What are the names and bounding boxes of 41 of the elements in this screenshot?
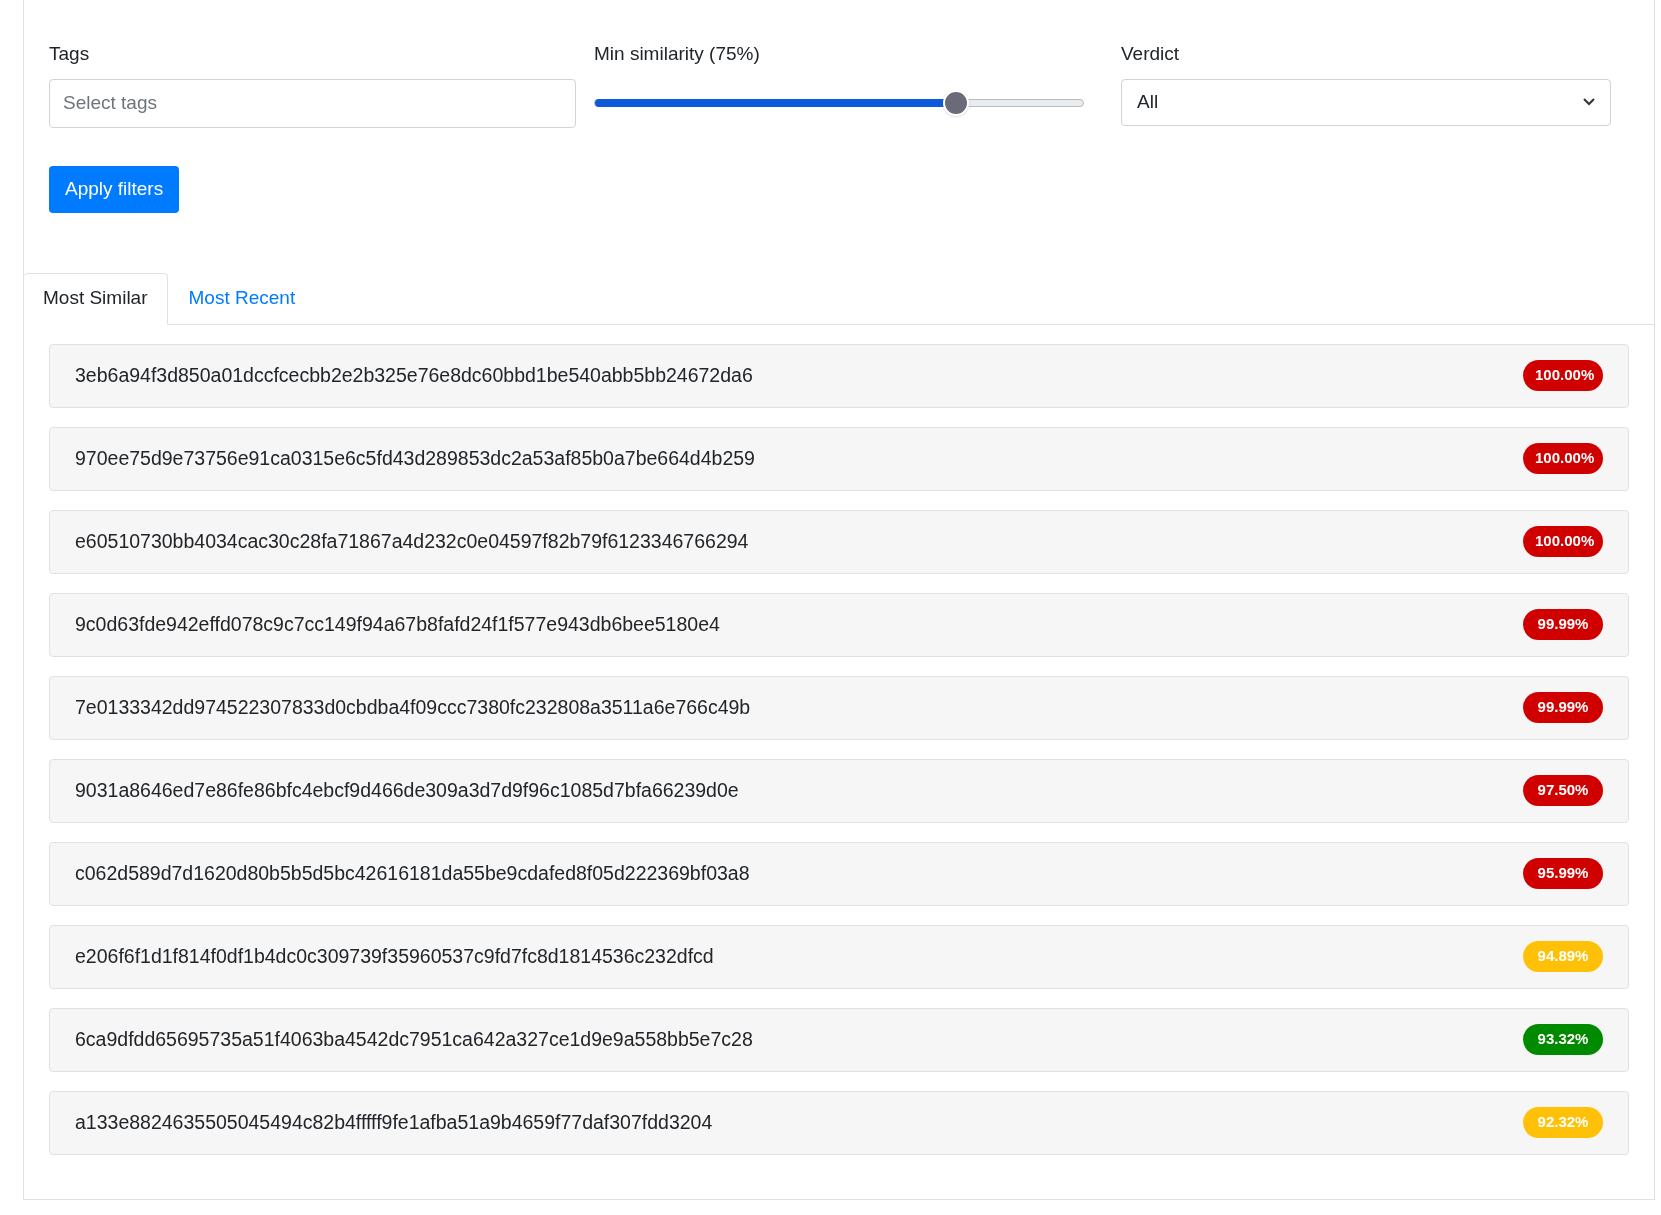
hash-text: 6ca9dfdd65695735a51f4063ba4542dc7951ca642a327ce1d9e9a558bb5e7c28 [75, 1026, 753, 1052]
similarity-badge: 97.50% [1523, 775, 1603, 806]
similarity-label: Min similarity (75%) [594, 42, 761, 66]
similarity-badge: 99.99% [1523, 609, 1603, 640]
result-row[interactable]: c062d589d7d1620d80b5b5d5bc42616181da55be9cdafed8f05d222369bf03a8 95.99% [49, 841, 1629, 906]
tags-label: Tags [49, 42, 91, 66]
hash-text: 9c0d63fde942effd078c9c7cc149f94a67b8fafd24f1f577e943db6bee5180e4 [75, 611, 720, 637]
result-row[interactable]: e60510730bb4034cac30c28fa71867a4d232c0e04597f82b79f6123346766294 100.00% [49, 509, 1629, 574]
hash-text: 9031a8646ed7e86fe86bfc4ebcf9d466de309a3d7d9f96c1085d7bfa66239d0e [75, 777, 739, 803]
slider-thumb[interactable] [943, 90, 970, 116]
result-row[interactable]: 970ee75d9e73756e91ca0315e6c5fd43d289853dc2a53af85b0a7be664d4b259 100.00% [49, 426, 1629, 491]
result-row[interactable]: a133e8824635505045494c82b4fffff9fe1afba51a9b4659f77daf307fdd3204 92.32% [49, 1090, 1629, 1155]
similarity-badge: 100.00% [1523, 526, 1603, 557]
hash-text: c062d589d7d1620d80b5b5d5bc42616181da55be9cdafed8f05d222369bf03a8 [75, 860, 750, 886]
result-row[interactable]: e206f6f1d1f814f0df1b4dc0c309739f35960537c9fd7fc8d1814536c232dfcd 94.89% [49, 924, 1629, 989]
chevron-down-icon [1583, 98, 1595, 106]
verdict-label: Verdict [1121, 42, 1181, 66]
result-row[interactable]: 9031a8646ed7e86fe86bfc4ebcf9d466de309a3d7d9f96c1085d7bfa66239d0e 97.50% [49, 758, 1629, 823]
hash-text: a133e8824635505045494c82b4fffff9fe1afba51a9b4659f77daf307fdd3204 [75, 1109, 713, 1135]
similarity-badge: 95.99% [1523, 858, 1603, 889]
result-row[interactable]: 7e0133342dd974522307833d0cbdba4f09ccc7380fc232808a3511a6e766c49b 99.99% [49, 675, 1629, 740]
similarity-badge: 94.89% [1523, 941, 1603, 972]
tab[interactable]: Most Similar [24, 272, 168, 325]
similarity-badge: 99.99% [1523, 692, 1603, 723]
verdict-select[interactable]: All [1121, 78, 1611, 126]
similarity-badge: 93.32% [1523, 1024, 1603, 1055]
result-row[interactable]: 3eb6a94f3d850a01dccfcecbb2e2b325e76e8dc60bbd1be540abb5bb24672da6 100.00% [49, 343, 1629, 408]
result-row[interactable]: 6ca9dfdd65695735a51f4063ba4542dc7951ca642a327ce1d9e9a558bb5e7c28 93.32% [49, 1007, 1629, 1072]
tags-field[interactable]: Select tags [49, 78, 576, 128]
hash-text: 7e0133342dd974522307833d0cbdba4f09ccc7380fc232808a3511a6e766c49b [75, 694, 751, 720]
hash-text: e60510730bb4034cac30c28fa71867a4d232c0e04597f82b79f6123346766294 [75, 528, 749, 554]
tab[interactable]: Most Recent [167, 272, 317, 324]
result-row[interactable]: 9c0d63fde942effd078c9c7cc149f94a67b8fafd24f1f577e943db6bee5180e4 99.99% [49, 592, 1629, 657]
hash-text: 3eb6a94f3d850a01dccfcecbb2e2b325e76e8dc60bbd1be540abb5bb24672da6 [75, 362, 753, 388]
similarity-badge: 100.00% [1523, 443, 1603, 474]
similarity-badge: 100.00% [1523, 360, 1603, 391]
similarity-badge: 92.32% [1523, 1107, 1603, 1138]
hash-text: e206f6f1d1f814f0df1b4dc0c309739f35960537c9fd7fc8d1814536c232dfcd [75, 943, 714, 969]
similarity-slider[interactable] [594, 89, 1084, 117]
hash-text: 970ee75d9e73756e91ca0315e6c5fd43d289853dc2a53af85b0a7be664d4b259 [75, 445, 755, 471]
apply-filters-button[interactable]: Apply filters [49, 165, 180, 213]
